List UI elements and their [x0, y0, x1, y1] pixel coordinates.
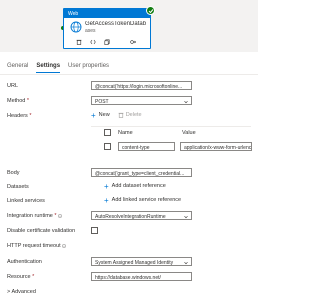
plus-icon: + [104, 195, 109, 205]
info-icon[interactable] [62, 243, 67, 248]
tab-user-properties[interactable]: User properties [68, 63, 109, 73]
add-linked-label: Add linked service reference [111, 197, 182, 203]
tab-settings[interactable]: Settings [36, 63, 61, 73]
timeout-label: HTTP request timeout [7, 243, 67, 249]
ir-value: AutoResolveIntegrationRuntime [95, 213, 166, 220]
delete-header-button[interactable]: Delete [118, 112, 142, 118]
header-name-input[interactable]: content-type [118, 142, 175, 151]
new-label: New [98, 112, 110, 118]
url-input[interactable]: @concat('https://login.microsoftonline..… [91, 81, 192, 90]
delete-label: Delete [125, 112, 142, 118]
integration-runtime-select[interactable]: AutoResolveIntegrationRuntime [91, 211, 192, 220]
copy-icon[interactable] [104, 39, 110, 45]
add-dataset-label: Add dataset reference [111, 183, 166, 189]
delete-icon[interactable] [76, 39, 82, 45]
headers-label-text: Headers [7, 113, 28, 119]
column-value: Value [182, 130, 196, 136]
success-check-icon [146, 6, 155, 15]
activity-name: GetAccessTokenDatab [85, 21, 147, 27]
body-label: Body [7, 170, 20, 176]
disable-cert-checkbox[interactable] [91, 227, 98, 234]
info-icon[interactable] [58, 213, 62, 218]
headers-label: Headers * [7, 113, 31, 119]
timeout-label-text: HTTP request timeout [7, 243, 61, 249]
chevron-down-icon [184, 261, 188, 264]
required-mark: * [29, 113, 32, 119]
resource-input[interactable]: https://database.windows.net/ [91, 272, 192, 281]
method-value: POST [95, 98, 109, 105]
authentication-select[interactable]: System Assigned Managed Identity [91, 257, 192, 266]
datasets-label: Datasets [7, 184, 29, 190]
chevron-down-icon [184, 215, 188, 218]
chevron-right-icon: > [7, 289, 11, 295]
chevron-down-icon [184, 100, 188, 103]
header-value-input[interactable]: application/x-www-form-urlencoded [180, 142, 252, 151]
tab-general[interactable]: General [7, 63, 28, 73]
code-icon[interactable] [90, 39, 96, 45]
headers-divider [91, 126, 251, 127]
activity-name-continued: ases [85, 28, 96, 34]
activity-type-label: Web [68, 10, 79, 17]
ir-label-text: Integration runtime [7, 213, 53, 219]
method-select[interactable]: POST [91, 96, 192, 105]
tab-divider [0, 74, 258, 75]
arrow-icon[interactable] [130, 39, 137, 45]
plus-icon: + [104, 181, 109, 191]
method-label: Method * [7, 98, 29, 104]
new-header-button[interactable]: + New [91, 110, 110, 120]
activity-toolbar [76, 38, 137, 46]
advanced-toggle[interactable]: > Advanced [7, 289, 36, 295]
linked-services-label: Linked services [7, 198, 45, 204]
plus-icon: + [91, 110, 96, 120]
integration-runtime-label: Integration runtime * [7, 213, 62, 219]
disable-cert-label: Disable certificate validation [7, 228, 76, 234]
resource-label-text: Resource [7, 274, 31, 280]
web-activity-card[interactable]: Web GetAccessTokenDatab ases [63, 6, 155, 49]
select-all-checkbox[interactable] [104, 129, 111, 136]
auth-value: System Assigned Managed Identity [95, 259, 174, 266]
resource-label: Resource * [7, 274, 34, 280]
add-linked-service-button[interactable]: + Add linked service reference [104, 195, 182, 205]
properties-tabs: General Settings User properties [7, 63, 109, 73]
required-mark: * [32, 274, 35, 280]
advanced-label: Advanced [11, 289, 36, 295]
trash-icon [118, 112, 124, 118]
url-label: URL [7, 83, 19, 89]
activity-header: Web [64, 9, 150, 18]
column-name: Name [118, 130, 133, 136]
headers-toolbar: + New Delete [91, 110, 142, 120]
required-mark: * [54, 213, 57, 219]
add-dataset-button[interactable]: + Add dataset reference [104, 181, 166, 191]
header-row-checkbox[interactable] [104, 143, 111, 150]
method-label-text: Method [7, 98, 26, 104]
required-mark: * [26, 98, 30, 104]
pipeline-canvas[interactable]: Web GetAccessTokenDatab ases [0, 0, 258, 52]
globe-icon [70, 21, 82, 33]
body-input[interactable]: @concat('grant_type=client_credential... [91, 168, 192, 177]
authentication-label: Authentication [7, 259, 42, 265]
